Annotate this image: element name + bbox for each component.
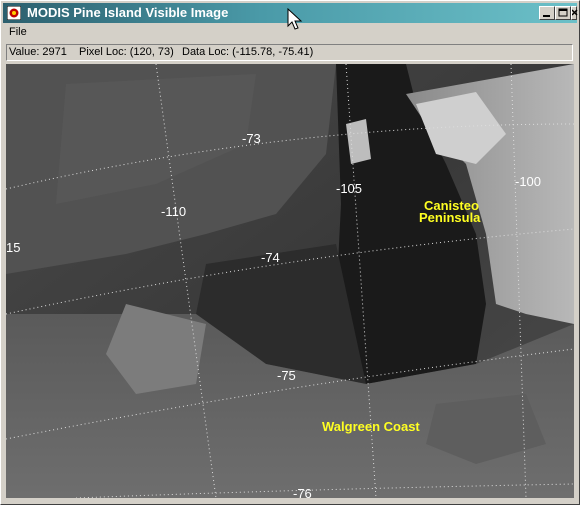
lon-label-115: 15 (6, 240, 20, 255)
lat-label-73: -73 (242, 131, 261, 146)
lon-label-105: -105 (336, 181, 362, 196)
lon-label-110: -110 (161, 204, 186, 219)
maximize-button[interactable] (555, 6, 571, 20)
satellite-image[interactable]: -73 -74 -75 -76 15 -110 -105 -100 Canist… (6, 64, 574, 498)
status-bar: Value: 2971 Pixel Loc: (120, 73) Data Lo… (6, 44, 573, 61)
close-button[interactable] (571, 6, 578, 20)
app-window: MODIS Pine Island Visible Image File Val… (0, 0, 580, 505)
place-label-walgreen: Walgreen Coast (322, 419, 420, 434)
menu-file[interactable]: File (9, 26, 27, 38)
maximize-icon (558, 8, 568, 17)
lon-label-100: -100 (515, 174, 541, 189)
app-icon[interactable] (7, 6, 21, 20)
satellite-image-canvas[interactable]: -73 -74 -75 -76 15 -110 -105 -100 Canist… (6, 64, 574, 498)
mouse-cursor-icon (287, 8, 303, 30)
close-icon (572, 9, 578, 16)
status-data-loc: Data Loc: (-115.78, -75.41) (182, 46, 314, 58)
lat-label-76: -76 (293, 486, 312, 498)
status-pixel-loc: Pixel Loc: (120, 73) (79, 46, 174, 58)
minimize-button[interactable] (539, 6, 555, 20)
status-value: Value: 2971 (9, 46, 67, 58)
minimize-icon (543, 15, 550, 17)
lat-label-74: -74 (261, 250, 280, 265)
lat-label-75: -75 (277, 368, 296, 383)
window-title: MODIS Pine Island Visible Image (27, 5, 229, 20)
place-label-peninsula: Peninsula (419, 210, 481, 225)
